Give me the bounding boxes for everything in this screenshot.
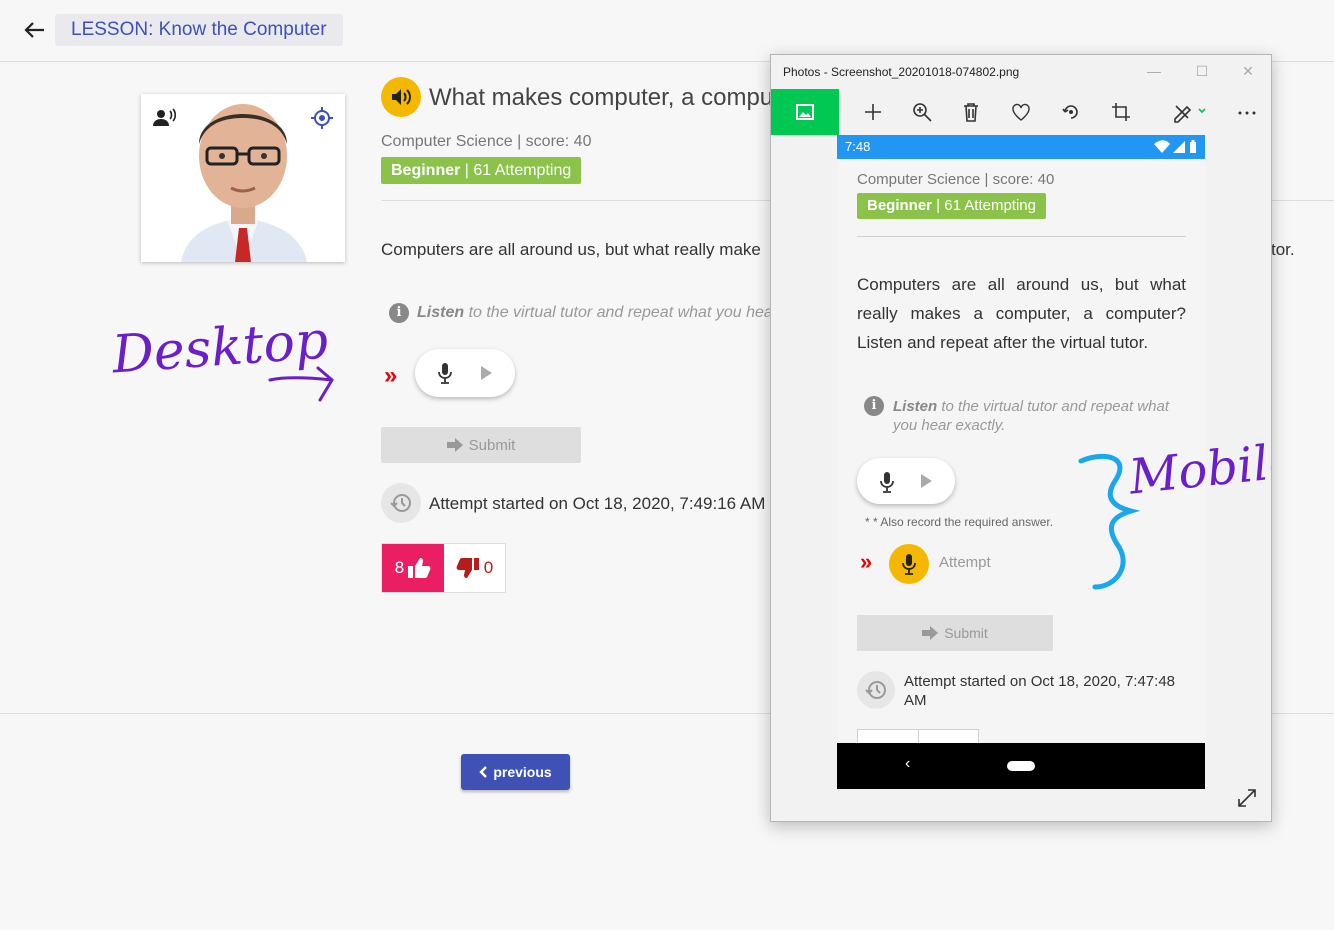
- history-icon: [381, 483, 421, 523]
- speaker-button[interactable]: [381, 77, 421, 117]
- mobile-submit-label: Submit: [944, 625, 988, 641]
- crop-icon[interactable]: [1110, 101, 1132, 123]
- more-options-icon[interactable]: [1236, 101, 1258, 123]
- back-arrow-icon[interactable]: [22, 18, 48, 42]
- page-header: LESSON: Know the Computer: [0, 0, 1334, 62]
- close-button[interactable]: ✕: [1237, 61, 1259, 81]
- previous-button[interactable]: previous: [461, 754, 570, 790]
- microphone-icon[interactable]: [437, 362, 453, 384]
- microphone-icon: [902, 554, 916, 575]
- thumbs-up-icon: [408, 558, 431, 578]
- attempt-mic-button[interactable]: [889, 544, 929, 584]
- mobile-question-description: Computers are all around us, but what re…: [857, 275, 1186, 352]
- instruction-bold: Listen: [417, 304, 465, 321]
- question-description: Computers are all around us, but what re…: [381, 240, 761, 259]
- instruction-text: Listen to the virtual tutor and repeat w…: [417, 304, 773, 322]
- target-icon[interactable]: [310, 106, 334, 130]
- mobile-attempting-count: | 61 Attempting: [932, 197, 1036, 214]
- rotate-icon[interactable]: [1060, 101, 1082, 123]
- level-label: Beginner: [391, 162, 461, 179]
- handwritten-arrow-icon: [268, 366, 334, 402]
- like-count: 8: [394, 558, 405, 577]
- photos-window: Photos - Screenshot_20201018-074802.png …: [770, 54, 1272, 822]
- dislike-button[interactable]: 0: [444, 544, 505, 592]
- mobile-attempt-started-text: Attempt started on Oct 18, 2020, 7:47:48…: [904, 673, 1176, 709]
- zoom-in-icon[interactable]: [911, 101, 933, 123]
- thumbs-down-icon: [456, 558, 479, 578]
- attempting-count: | 61 Attempting: [460, 162, 572, 179]
- question-description-tail: tor.: [1271, 240, 1295, 259]
- mobile-instruction-text: Listen to the virtual tutor and repeat w…: [893, 397, 1183, 435]
- divider: [857, 236, 1186, 237]
- window-title: Photos - Screenshot_20201018-074802.png: [783, 65, 1020, 79]
- instruction-rest: to the virtual tutor and repeat what you…: [464, 304, 773, 321]
- status-bar: 7:48: [837, 135, 1205, 159]
- status-time: 7:48: [845, 139, 871, 154]
- mobile-audio-recorder: [857, 458, 955, 504]
- submit-label: Submit: [468, 436, 516, 454]
- audio-recorder: [415, 349, 515, 397]
- submit-button[interactable]: Submit: [381, 427, 581, 463]
- play-icon[interactable]: [479, 365, 493, 381]
- double-chevron-icon: »: [384, 362, 398, 389]
- add-icon[interactable]: [862, 101, 884, 123]
- question-title: What makes computer, a compu: [429, 84, 774, 111]
- mobile-submit-button[interactable]: Submit: [857, 615, 1053, 651]
- dislike-count: 0: [483, 558, 494, 577]
- virtual-tutor-card: [141, 94, 345, 262]
- minimize-button[interactable]: —: [1143, 61, 1165, 81]
- volume-icon: [392, 89, 411, 105]
- history-icon: [857, 671, 895, 709]
- info-icon: i: [864, 396, 884, 416]
- mobile-subject-score: Computer Science | score: 40: [857, 171, 1055, 188]
- signal-battery-icon: [1154, 140, 1196, 153]
- mobile-level-badge: Beginner | 61 Attempting: [857, 193, 1046, 219]
- expand-icon[interactable]: [1236, 787, 1258, 809]
- nav-home-icon[interactable]: [1007, 761, 1035, 771]
- record-note: * * Also record the required answer.: [865, 515, 1054, 529]
- arrow-right-icon: [446, 438, 463, 452]
- info-icon: i: [389, 303, 409, 323]
- photos-toolbar: [771, 89, 1271, 135]
- arrow-right-icon: [922, 626, 939, 640]
- subject-score: Computer Science | score: 40: [381, 133, 592, 150]
- mobile-level-label: Beginner: [867, 197, 933, 214]
- chevron-left-icon: [479, 766, 488, 778]
- microphone-icon[interactable]: [879, 471, 895, 493]
- maximize-button[interactable]: ☐: [1191, 61, 1213, 81]
- photos-logo-icon[interactable]: [771, 89, 839, 135]
- vote-box: 8 0: [381, 543, 506, 593]
- delete-icon[interactable]: [960, 101, 982, 123]
- mobile-instruction-bold: Listen: [893, 398, 938, 415]
- previous-label: previous: [493, 764, 552, 780]
- attempt-started-text: Attempt started on Oct 18, 2020, 7:49:16…: [429, 494, 766, 513]
- heart-icon[interactable]: [1010, 101, 1032, 123]
- double-chevron-icon: »: [860, 549, 872, 574]
- attempt-label: Attempt: [939, 554, 991, 571]
- android-nav-bar: ‹: [837, 743, 1205, 789]
- nav-back-icon[interactable]: ‹: [905, 755, 910, 773]
- like-button[interactable]: 8: [382, 544, 444, 592]
- play-icon[interactable]: [919, 473, 933, 489]
- edit-draw-icon[interactable]: [1171, 101, 1207, 123]
- voice-person-icon[interactable]: [153, 108, 177, 128]
- level-badge: Beginner | 61 Attempting: [381, 157, 582, 184]
- lesson-title[interactable]: LESSON: Know the Computer: [55, 14, 343, 46]
